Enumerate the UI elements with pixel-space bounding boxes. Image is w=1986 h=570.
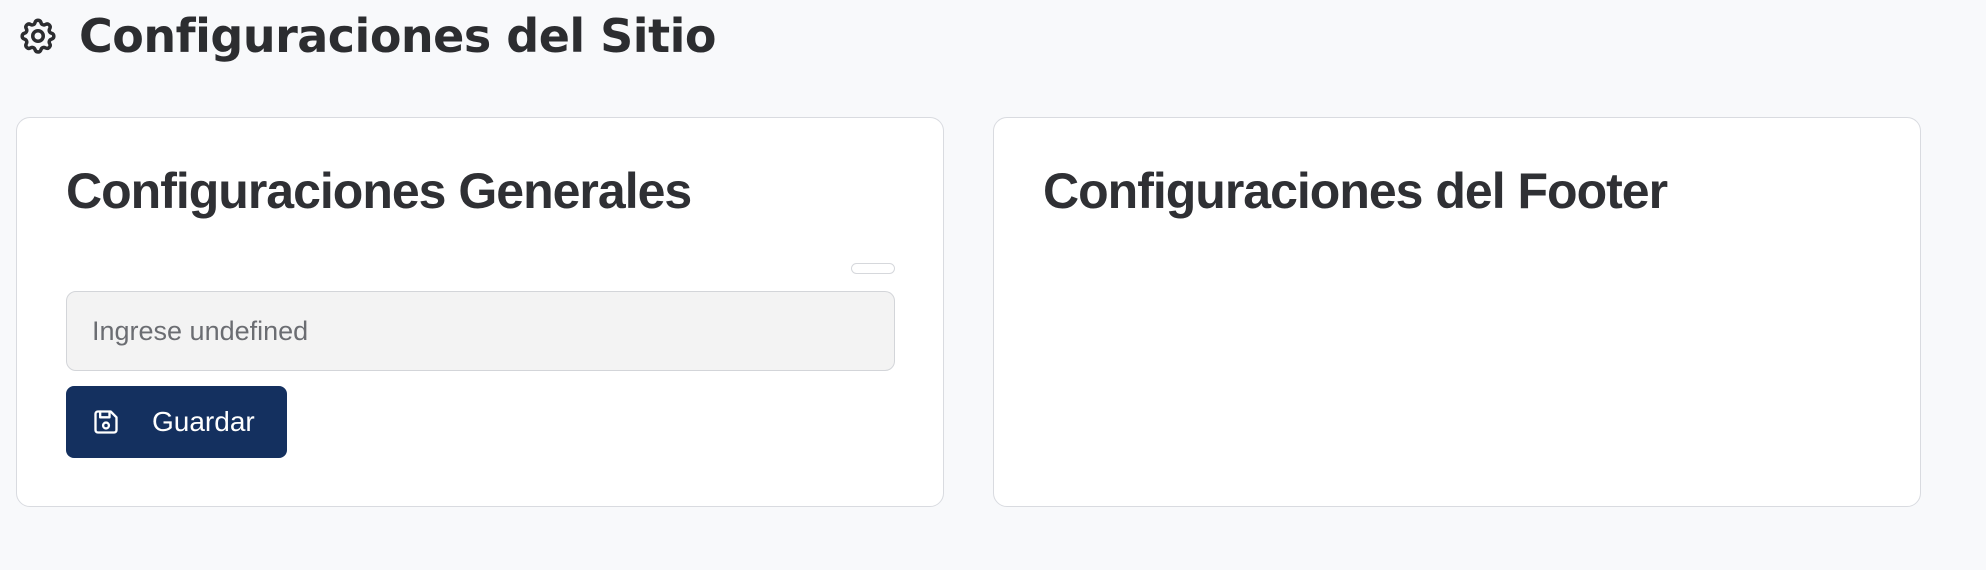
save-button[interactable]: Guardar xyxy=(66,386,287,458)
save-button-label: Guardar xyxy=(152,406,255,437)
general-settings-card: Configuraciones Generales Guardar xyxy=(16,117,944,507)
footer-settings-card: Configuraciones del Footer xyxy=(993,117,1921,507)
footer-settings-title: Configuraciones del Footer xyxy=(1043,163,1668,219)
page-header: Configuraciones del Sitio xyxy=(17,8,716,64)
gear-icon xyxy=(17,15,59,57)
general-settings-title: Configuraciones Generales xyxy=(66,163,692,219)
floppy-disk-icon xyxy=(91,407,121,437)
page-title: Configuraciones del Sitio xyxy=(79,9,716,63)
field-label-pill xyxy=(851,263,895,274)
settings-input[interactable] xyxy=(66,291,895,371)
